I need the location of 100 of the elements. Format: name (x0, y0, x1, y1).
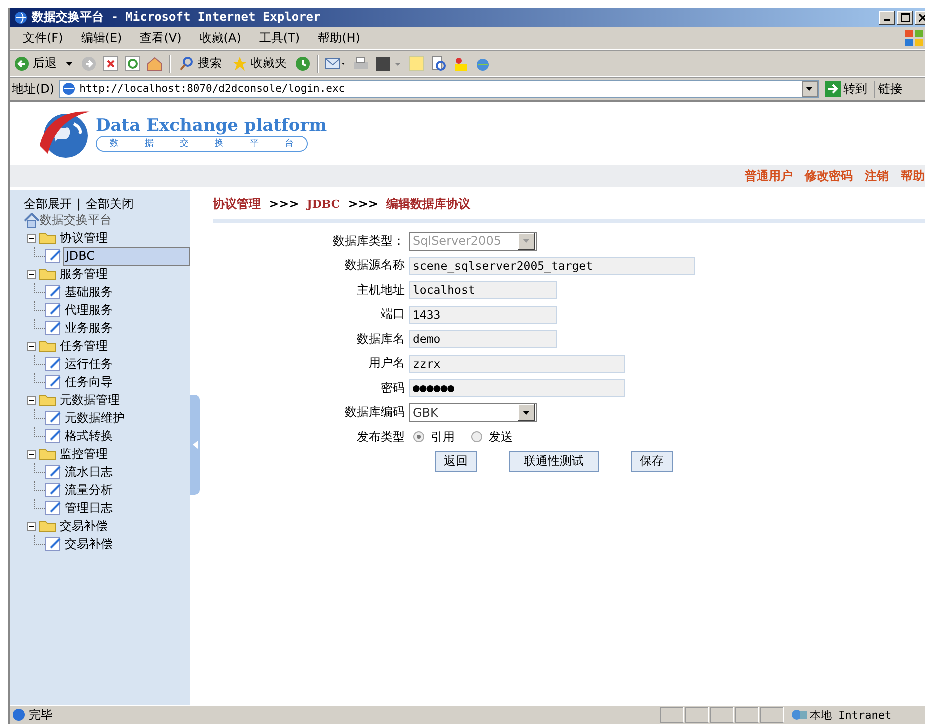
field-label: 用户名 (368, 355, 406, 372)
user-link[interactable]: 注销 (865, 168, 889, 184)
collapse-icon[interactable] (27, 396, 36, 404)
house-icon (24, 213, 40, 228)
menu-item[interactable]: 文件(F) (14, 30, 72, 46)
input-field[interactable]: 1433 (409, 306, 557, 324)
form-button[interactable]: 返回 (435, 451, 477, 472)
dropdown[interactable]: GBK (409, 403, 537, 422)
refresh-icon[interactable] (125, 56, 141, 72)
collapse-icon[interactable] (27, 342, 36, 350)
collapse-icon[interactable] (27, 522, 36, 530)
folder-icon (39, 231, 57, 245)
radio-button[interactable] (413, 431, 425, 444)
menu-item[interactable]: 工具(T) (250, 30, 310, 46)
breadcrumb-separator: >>> (269, 197, 300, 211)
mail-icon[interactable] (325, 56, 347, 72)
user-link[interactable]: 普通用户 (745, 168, 793, 184)
field-label: 数据库编码 (344, 404, 406, 422)
tree-item[interactable]: JDBC (62, 246, 190, 266)
stop-icon[interactable] (103, 56, 119, 72)
home-icon[interactable] (147, 56, 163, 72)
collapse-icon[interactable] (27, 234, 36, 242)
user-link[interactable]: 帮助 (901, 168, 925, 184)
browser-icon (14, 10, 28, 24)
tree-folder[interactable]: 交易补偿 (60, 518, 108, 534)
document-icon (44, 248, 63, 264)
search-button[interactable]: 搜索 (177, 55, 224, 72)
tree-item[interactable]: 流量分析 (63, 482, 115, 498)
edit-icon[interactable] (375, 56, 403, 72)
go-button[interactable]: 转到 (822, 80, 875, 98)
tree-folder[interactable]: 协议管理 (60, 230, 108, 246)
input-field[interactable]: ●●●●●● (409, 379, 625, 398)
user-link[interactable]: 修改密码 (805, 168, 853, 184)
back-button[interactable]: 后退 (12, 55, 75, 72)
tree-item[interactable]: 基础服务 (63, 284, 115, 300)
search-icon (179, 56, 195, 72)
status-pane (735, 707, 759, 723)
tree-item[interactable]: 交易补偿 (63, 536, 115, 552)
address-field[interactable]: http://localhost:8070/d2dconsole/login.exc (58, 80, 819, 98)
form-button[interactable]: 保存 (631, 451, 673, 472)
input-field[interactable]: localhost (409, 281, 557, 300)
form-button[interactable]: 联通性测试 (509, 451, 599, 472)
caret-icon[interactable] (806, 87, 814, 91)
document-icon (45, 356, 63, 372)
maximize-button[interactable] (897, 10, 913, 24)
breadcrumb-link[interactable]: 协议管理 (213, 196, 261, 212)
field-label: 发布类型 (356, 428, 406, 446)
tree-item[interactable]: 流水日志 (63, 464, 115, 480)
windows-logo-icon (903, 29, 925, 47)
collapse-handle[interactable] (190, 395, 200, 495)
menu-item[interactable]: 收藏(A) (190, 30, 250, 46)
document-icon (45, 428, 63, 444)
tree-folder[interactable]: 任务管理 (60, 338, 108, 354)
tree-item[interactable]: 代理服务 (63, 302, 115, 318)
page-icon (62, 82, 76, 96)
page-title: 编辑数据库协议 (386, 196, 470, 212)
arrow-icon (824, 81, 841, 97)
collapse-all-link[interactable]: 全部关闭 (86, 196, 134, 212)
tree-root[interactable]: 数据交换平台 (40, 212, 112, 229)
tree-item[interactable]: 运行任务 (63, 356, 115, 372)
tree-folder[interactable]: 监控管理 (60, 446, 108, 462)
input-field[interactable]: demo (409, 330, 557, 348)
tree-item[interactable]: 业务服务 (63, 320, 115, 336)
folder-icon (39, 267, 57, 281)
document-icon (45, 482, 63, 498)
print-icon[interactable] (353, 56, 369, 72)
favorites-button[interactable]: 收藏夹 (230, 55, 289, 72)
radio-label[interactable]: 引用 (431, 428, 455, 446)
expand-all-link[interactable]: 全部展开 (24, 196, 72, 212)
document-icon (45, 500, 63, 516)
menu-item[interactable]: 查看(V) (131, 30, 191, 46)
page-icon (12, 708, 26, 722)
research-icon[interactable] (431, 56, 447, 72)
collapse-icon[interactable] (27, 270, 36, 278)
field-label: 数据源名称 (344, 257, 406, 274)
tree-folder[interactable]: 元数据管理 (60, 392, 120, 408)
minimize-button[interactable] (879, 10, 895, 24)
tree-item[interactable]: 管理日志 (63, 500, 115, 516)
breadcrumb-link[interactable]: JDBC (307, 198, 340, 210)
close-icon (919, 14, 925, 22)
folder-icon (39, 519, 57, 533)
input-field[interactable]: zzrx (409, 354, 625, 373)
input-field[interactable]: scene_sqlserver2005_target (409, 256, 695, 275)
tree-folder[interactable]: 服务管理 (60, 266, 108, 282)
tree-item[interactable]: 格式转换 (63, 428, 115, 444)
status-pane (685, 707, 709, 723)
caret-icon (66, 62, 73, 66)
radio-button[interactable] (471, 431, 483, 444)
collapse-icon[interactable] (27, 450, 36, 458)
menu-item[interactable]: 帮助(H) (309, 30, 370, 46)
caret-icon (523, 410, 530, 415)
menu-item[interactable]: 编辑(E) (72, 30, 132, 46)
window-title: 数据交换平台 - Microsoft Internet Explorer (32, 9, 321, 26)
radio-label[interactable]: 发送 (489, 428, 513, 446)
history-icon[interactable] (295, 56, 311, 72)
document-icon (45, 410, 63, 426)
links-button[interactable]: 链接 (878, 80, 903, 98)
messenger-icon[interactable] (453, 56, 469, 72)
tree-item[interactable]: 任务向导 (63, 374, 115, 390)
tree-item[interactable]: 元数据维护 (63, 410, 127, 426)
